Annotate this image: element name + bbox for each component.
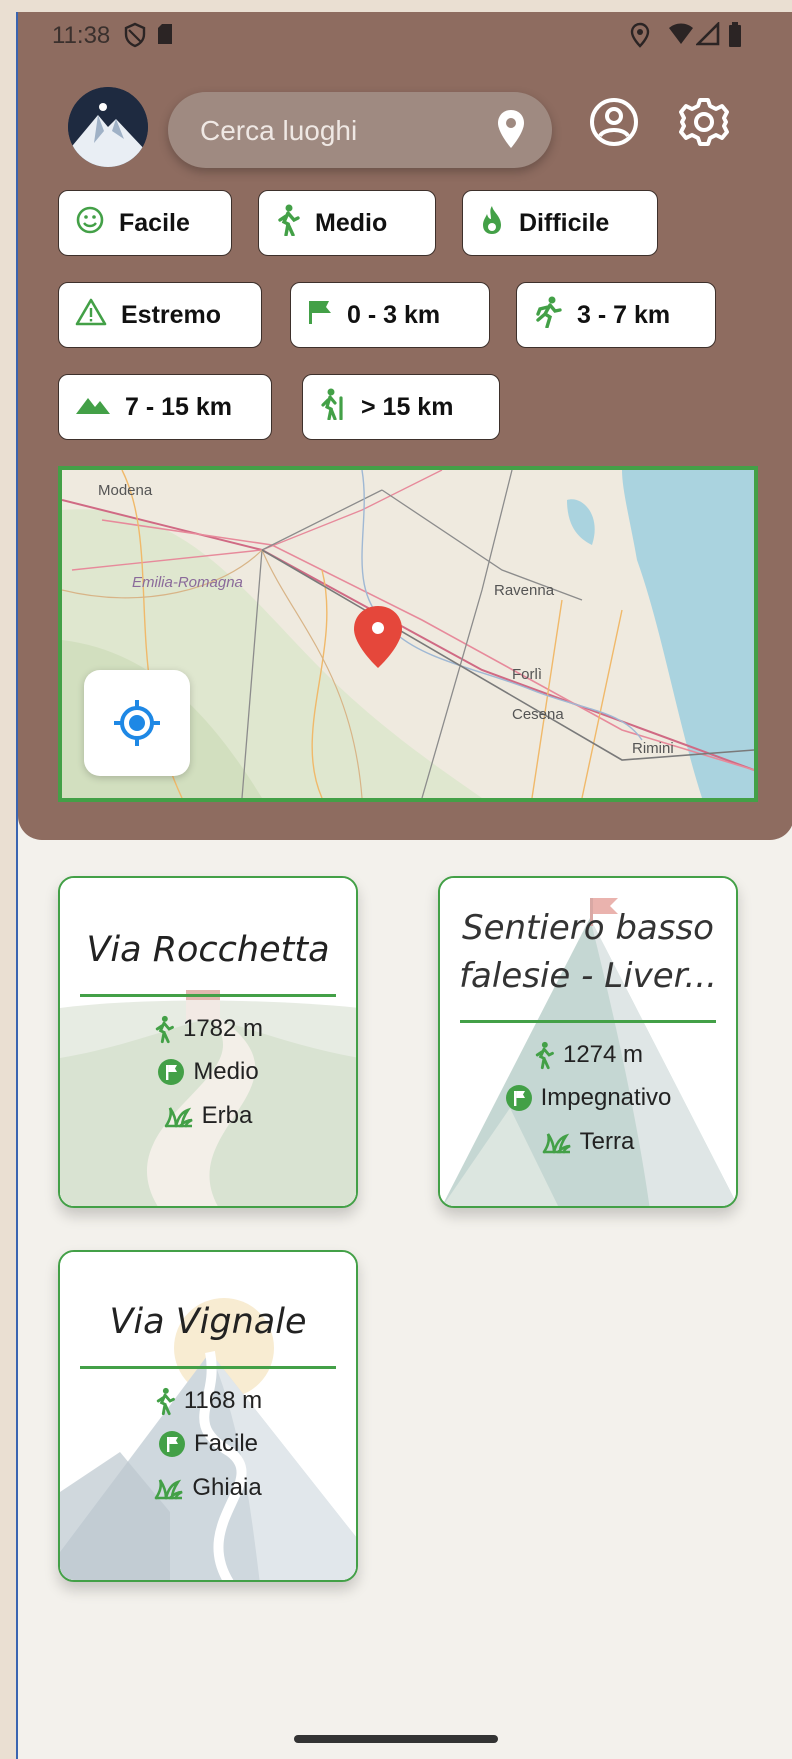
trail-length: 1274 m — [440, 1040, 736, 1070]
crosshair-icon — [111, 697, 163, 754]
map-label: Ravenna — [494, 582, 555, 599]
shield-icon — [124, 22, 146, 53]
map-marker-icon[interactable] — [352, 604, 404, 675]
filter-chip-0-3-km[interactable]: 0 - 3 km — [290, 282, 490, 348]
trail-terrain: Erba — [60, 1102, 356, 1130]
app-logo[interactable] — [68, 87, 148, 167]
search-input[interactable] — [198, 92, 482, 170]
flag-circle-icon — [505, 1085, 532, 1111]
flag-circle-icon — [158, 1431, 185, 1457]
filter-chip-label: Medio — [315, 208, 388, 237]
trail-length-value: 1274 m — [562, 1041, 644, 1068]
trail-length: 1168 m — [60, 1386, 356, 1416]
trail-difficulty: Medio — [60, 1058, 356, 1086]
filter-chip-label: Difficile — [519, 208, 610, 237]
trail-card[interactable]: Via Vignale 1168 m Facile Ghiaia — [58, 1250, 358, 1582]
trail-card[interactable]: Via Rocchetta 1782 m Medio Erba — [58, 876, 358, 1208]
filter-chip-label: > 15 km — [361, 392, 454, 421]
filter-chip-medio[interactable]: Medio — [258, 190, 436, 256]
filter-chip-label: Facile — [119, 208, 190, 237]
home-indicator[interactable] — [294, 1735, 498, 1743]
trail-length-value: 1782 m — [182, 1015, 264, 1042]
mountain-icon — [75, 392, 125, 423]
hike-icon — [319, 388, 361, 427]
trail-length-value: 1168 m — [183, 1387, 263, 1414]
battery-icon — [728, 22, 742, 53]
trail-divider — [80, 1366, 336, 1369]
map-view[interactable]: Modena Emilia-Romagna Ravenna Forlì Cese… — [58, 466, 758, 802]
filter-chip-3-7-km[interactable]: 3 - 7 km — [516, 282, 716, 348]
warning-icon — [75, 297, 121, 334]
trail-terrain: Ghiaia — [60, 1474, 356, 1502]
trail-difficulty: Facile — [60, 1430, 356, 1458]
filter-chip-label: 0 - 3 km — [347, 300, 441, 329]
walk-icon — [156, 1387, 175, 1416]
signal-icon — [694, 20, 720, 51]
map-label: Modena — [98, 482, 153, 499]
filter-chip-label: Estremo — [121, 300, 222, 329]
status-bar: 11:38 — [18, 12, 792, 62]
grass-icon — [542, 1133, 571, 1154]
trail-terrain-value: Ghiaia — [192, 1474, 262, 1501]
fire-icon — [479, 204, 519, 243]
trail-length: 1782 m — [60, 1014, 356, 1044]
grass-icon — [155, 1479, 183, 1500]
map-label: Cesena — [512, 706, 564, 723]
map-label: Emilia-Romagna — [132, 574, 243, 591]
settings-icon[interactable] — [674, 92, 734, 152]
top-bar — [18, 74, 792, 174]
header-panel: 11:38 Cerca luoghi Facile Medio Difficil… — [18, 12, 792, 840]
trail-difficulty-value: Impegnativo — [540, 1084, 672, 1111]
filter-chip-label: 7 - 15 km — [125, 392, 233, 421]
flag-icon — [307, 298, 347, 333]
location-pin-icon[interactable] — [496, 108, 526, 155]
app-screen: 11:38 Cerca luoghi Facile Medio Difficil… — [16, 12, 792, 1759]
filter-chip-facile[interactable]: Facile — [58, 190, 232, 256]
filter-chip-over-15-km[interactable]: > 15 km — [302, 374, 500, 440]
run-icon — [533, 296, 577, 335]
smile-icon — [75, 205, 119, 242]
location-status-icon — [630, 22, 650, 53]
filter-chip-estremo[interactable]: Estremo — [58, 282, 262, 348]
trail-title: Via Vignale — [109, 1302, 307, 1342]
walk-icon — [275, 204, 315, 243]
trail-title: Via Rocchetta — [86, 930, 330, 970]
account-icon[interactable] — [584, 92, 644, 152]
trail-terrain: Terra — [440, 1128, 736, 1156]
trail-terrain-value: Terra — [579, 1128, 635, 1155]
trail-difficulty-value: Facile — [193, 1430, 259, 1457]
trail-difficulty: Impegnativo — [440, 1084, 736, 1112]
search-bar[interactable] — [168, 92, 552, 170]
filter-chip-difficile[interactable]: Difficile — [462, 190, 658, 256]
trail-terrain-value: Erba — [201, 1102, 253, 1129]
map-label: Forlì — [512, 666, 542, 683]
status-time: 11:38 — [52, 22, 111, 49]
flag-circle-icon — [158, 1059, 185, 1085]
sd-card-icon — [156, 22, 174, 51]
walk-icon — [535, 1041, 554, 1070]
trail-difficulty-value: Medio — [193, 1058, 259, 1085]
map-label: Rimini — [632, 740, 674, 757]
my-location-button[interactable] — [84, 670, 190, 776]
filter-chip-7-15-km[interactable]: 7 - 15 km — [58, 374, 272, 440]
trail-divider — [80, 994, 336, 997]
walk-icon — [155, 1015, 174, 1044]
trail-title: Sentiero basso falesie - Liver... — [459, 908, 717, 996]
filter-chip-label: 3 - 7 km — [577, 300, 671, 329]
wifi-icon — [668, 22, 694, 51]
trail-divider — [460, 1020, 716, 1023]
grass-icon — [164, 1107, 193, 1128]
trail-card[interactable]: Sentiero basso falesie - Liver... 1274 m… — [438, 876, 738, 1208]
